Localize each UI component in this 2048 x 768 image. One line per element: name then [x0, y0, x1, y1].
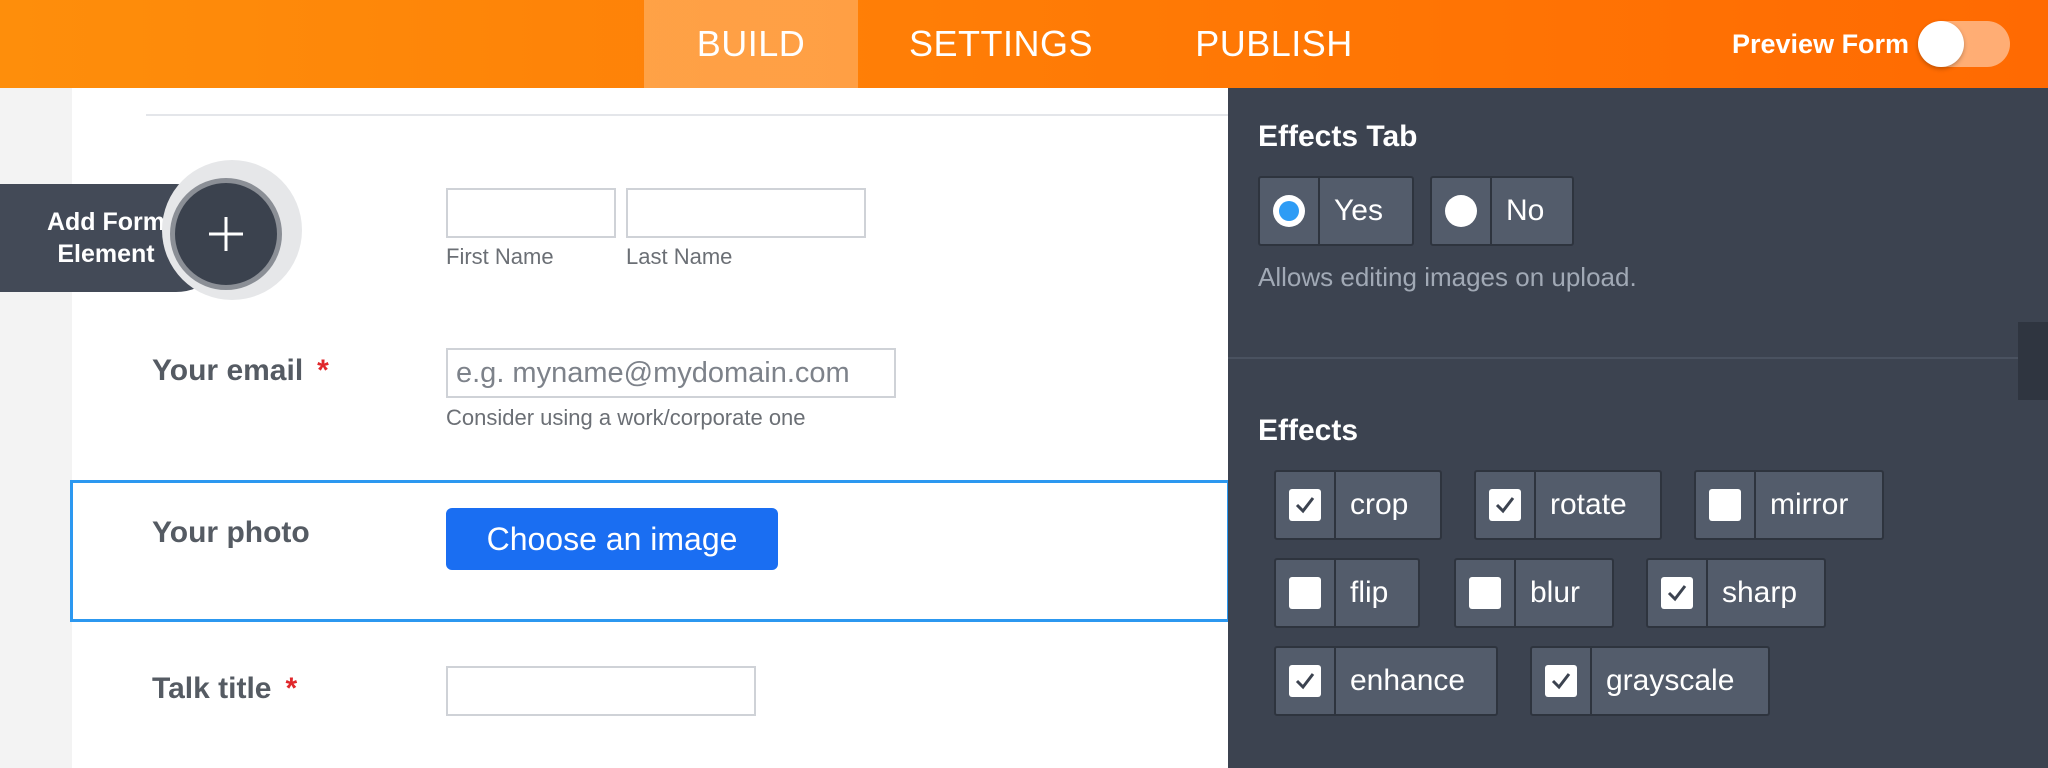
checkbox-cell: [1276, 472, 1336, 538]
tab-build[interactable]: BUILD: [644, 0, 858, 88]
checkmark-icon: [1295, 497, 1315, 514]
effects-tab-help: Allows editing images on upload.: [1258, 262, 1637, 292]
add-form-element-label[interactable]: Add Form Element: [40, 184, 172, 292]
option-label: blur: [1530, 576, 1581, 609]
radio-selected[interactable]: [1273, 195, 1305, 227]
form-divider: [146, 114, 1228, 116]
option-label: mirror: [1770, 488, 1849, 521]
option-label: crop: [1350, 488, 1409, 521]
effect-grayscale-option[interactable]: grayscale: [1530, 646, 1770, 716]
checkbox-cell: [1696, 472, 1756, 538]
radio-cell: [1260, 178, 1320, 244]
checkbox-checked[interactable]: [1489, 489, 1521, 521]
checkmark-icon: [1295, 673, 1315, 690]
main-tabs: BUILD SETTINGS PUBLISH: [644, 0, 1404, 88]
last-name-label: Last Name: [626, 244, 733, 269]
panel-scrollbar[interactable]: [2018, 322, 2048, 400]
required-mark: *: [317, 354, 329, 387]
checkbox-cell: [1476, 472, 1536, 538]
option-label: sharp: [1722, 576, 1798, 609]
effects-tab-no-option[interactable]: No: [1430, 176, 1574, 246]
checkbox-cell: [1456, 560, 1516, 626]
checkbox-checked[interactable]: [1661, 577, 1693, 609]
email-question-label: Your email *: [152, 354, 329, 388]
preview-form-label: Preview Form: [1732, 29, 1910, 59]
option-label: No: [1506, 194, 1545, 227]
plus-icon: [209, 217, 243, 251]
effect-enhance-option[interactable]: enhance: [1274, 646, 1498, 716]
checkbox-cell: [1276, 560, 1336, 626]
effects-tab-yes-option[interactable]: Yes: [1258, 176, 1414, 246]
top-navigation-bar: BUILD SETTINGS PUBLISH Preview Form: [0, 0, 2048, 88]
add-form-element-label-line1: Add Form: [46, 208, 166, 236]
checkmark-icon: [1667, 585, 1687, 602]
first-name-input[interactable]: [446, 188, 616, 238]
tab-publish[interactable]: PUBLISH: [1144, 0, 1404, 88]
email-input[interactable]: e.g. myname@mydomain.com: [446, 348, 896, 398]
effect-mirror-option[interactable]: mirror: [1694, 470, 1884, 540]
email-label-text: Your email: [152, 354, 304, 387]
option-label: enhance: [1350, 664, 1466, 697]
last-name-input[interactable]: [626, 188, 866, 238]
tab-settings[interactable]: SETTINGS: [858, 0, 1144, 88]
checkbox-checked[interactable]: [1289, 665, 1321, 697]
checkbox-checked[interactable]: [1289, 489, 1321, 521]
option-label: Yes: [1334, 194, 1383, 227]
effects-title: Effects: [1258, 414, 1359, 447]
add-form-element-label-line2: Element: [57, 240, 155, 268]
checkmark-icon: [1551, 673, 1571, 690]
checkbox-cell: [1532, 648, 1592, 714]
email-hint: Consider using a work/corporate one: [446, 405, 806, 430]
checkbox-checked[interactable]: [1545, 665, 1577, 697]
photo-question-label: Your photo: [152, 516, 310, 549]
radio-unselected[interactable]: [1445, 195, 1477, 227]
panel-section-divider: [1228, 357, 2018, 359]
option-label: rotate: [1550, 488, 1627, 521]
first-name-label: First Name: [446, 244, 554, 269]
option-label: grayscale: [1606, 664, 1735, 697]
effect-blur-option[interactable]: blur: [1454, 558, 1614, 628]
toggle-knob: [1918, 21, 1964, 67]
effect-crop-option[interactable]: crop: [1274, 470, 1442, 540]
checkbox-cell: [1648, 560, 1708, 626]
checkbox-unchecked[interactable]: [1289, 577, 1321, 609]
effect-sharp-option[interactable]: sharp: [1646, 558, 1826, 628]
talk-title-question-label: Talk title *: [152, 672, 297, 706]
effects-tab-title: Effects Tab: [1258, 120, 1418, 153]
effect-rotate-option[interactable]: rotate: [1474, 470, 1662, 540]
effect-flip-option[interactable]: flip: [1274, 558, 1420, 628]
checkbox-cell: [1276, 648, 1336, 714]
required-mark: *: [285, 672, 298, 705]
radio-dot: [1279, 201, 1299, 221]
checkmark-icon: [1495, 497, 1515, 514]
talk-title-input[interactable]: [446, 666, 756, 716]
checkbox-unchecked[interactable]: [1709, 489, 1741, 521]
radio-cell: [1432, 178, 1492, 244]
option-label: flip: [1350, 576, 1389, 609]
checkbox-unchecked[interactable]: [1469, 577, 1501, 609]
choose-image-button[interactable]: Choose an image: [446, 508, 778, 570]
talk-title-label-text: Talk title: [152, 672, 272, 705]
add-form-element-button[interactable]: [170, 178, 282, 290]
preview-form-toggle[interactable]: [1918, 21, 2010, 67]
